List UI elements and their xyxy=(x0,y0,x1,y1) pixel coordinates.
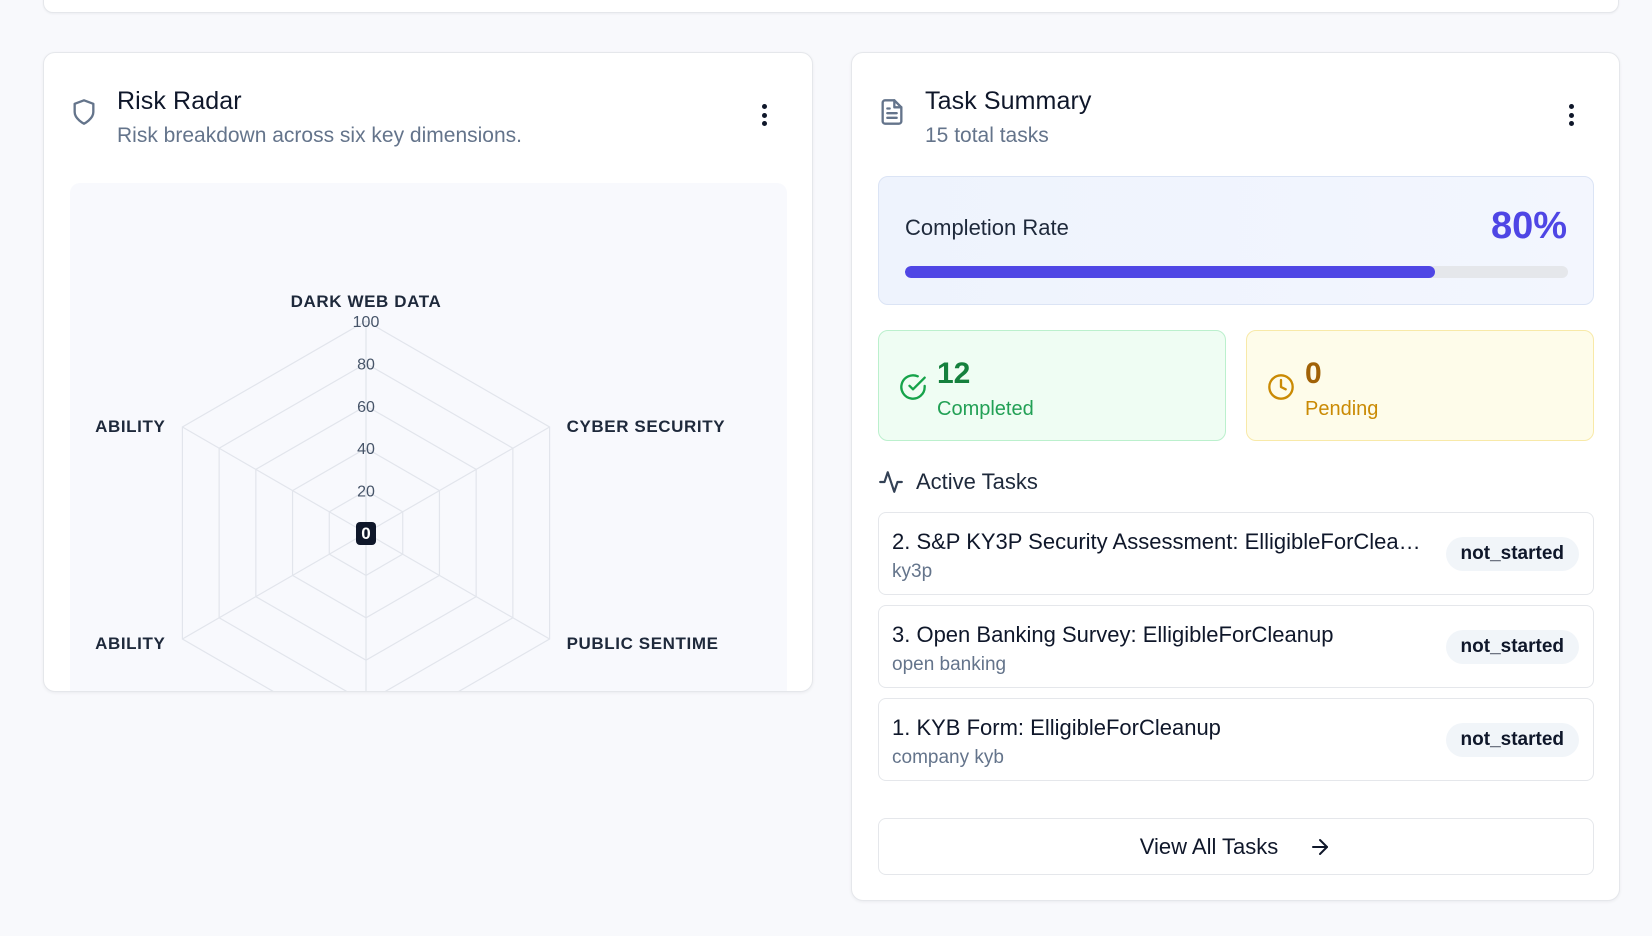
task-summary-header: Task Summary 15 total tasks xyxy=(878,83,1593,147)
pending-label: Pending xyxy=(1305,398,1379,420)
radar-tick-label: 0 xyxy=(361,524,370,543)
task-status-badge: not_started xyxy=(1445,537,1579,571)
risk-radar-subtitle: Risk breakdown across six key dimensions… xyxy=(117,124,522,147)
completion-rate-label: Completion Rate xyxy=(905,215,1069,240)
more-vertical-icon[interactable] xyxy=(752,101,776,129)
completion-rate-box: Completion Rate 80% xyxy=(878,176,1594,305)
pending-count: 0 xyxy=(1305,357,1322,390)
top-card xyxy=(43,0,1619,13)
arrow-right-icon xyxy=(1312,838,1329,855)
radar-chart: 0 20 40 60 80 100 DARK WEB DATA CYBER SECURITY P… xyxy=(70,183,787,691)
active-tasks-label: Active Tasks xyxy=(916,469,1038,494)
radar-spoke xyxy=(365,426,550,534)
task-summary-card: Task Summary 15 total tasks Completion R… xyxy=(851,52,1620,901)
view-all-tasks-label: View All Tasks xyxy=(1139,833,1279,859)
risk-radar-card: Risk Radar Risk breakdown across six key… xyxy=(43,52,813,692)
task-title: 2. S&P KY3P Security Assessment: Elligib… xyxy=(892,529,1422,554)
shield-icon xyxy=(73,99,95,125)
radar-axis-label: DARK WEB DATA xyxy=(291,292,442,311)
document-icon xyxy=(881,99,903,125)
task-title: 1. KYB Form: ElligibleForCleanup xyxy=(892,715,1221,740)
radar-spoke xyxy=(365,532,550,640)
radar-spoke xyxy=(182,532,367,640)
radar-tick-label: 20 xyxy=(357,484,375,501)
clock-icon xyxy=(1268,374,1294,400)
radar-spoke xyxy=(182,426,367,534)
task-row[interactable]: 1. KYB Form: ElligibleForCleanup company… xyxy=(878,698,1594,781)
task-type: open banking xyxy=(892,654,1007,675)
radar-tick-label: 80 xyxy=(357,356,375,373)
task-type: ky3p xyxy=(892,561,933,582)
radar-tick-label: 40 xyxy=(357,441,375,458)
completed-count: 12 xyxy=(937,357,971,390)
completion-rate-value: 80% xyxy=(1490,205,1567,247)
radar-chart-svg: 0 20 40 60 80 100 DARK WEB DATA CYBER SECURITY P… xyxy=(95,292,726,691)
radar-axis-label: ABILITY xyxy=(95,634,165,653)
pending-stat: 0 Pending xyxy=(1246,330,1594,441)
radar-axis-label: PUBLIC SENTIME xyxy=(567,634,719,653)
task-row[interactable]: 3. Open Banking Survey: ElligibleForClea… xyxy=(878,605,1594,688)
check-circle-icon xyxy=(900,374,926,400)
more-vertical-icon[interactable] xyxy=(1559,101,1583,129)
radar-tick-label: 60 xyxy=(357,399,375,416)
radar-axis-label: CYBER SECURITY xyxy=(567,417,726,436)
radar-tick-label: 100 xyxy=(353,314,380,331)
task-summary-title: Task Summary xyxy=(925,87,1092,115)
task-title: 3. Open Banking Survey: ElligibleForClea… xyxy=(892,622,1334,647)
radar-axis-label: ABILITY xyxy=(95,417,165,436)
completion-progress-fill xyxy=(905,266,1436,278)
task-summary-subtitle: 15 total tasks xyxy=(925,124,1049,147)
completed-stat: 12 Completed xyxy=(878,330,1226,441)
risk-radar-header: Risk Radar Risk breakdown across six key… xyxy=(70,83,786,147)
task-row[interactable]: 2. S&P KY3P Security Assessment: Elligib… xyxy=(878,512,1594,595)
completion-progress-track xyxy=(905,266,1568,278)
task-status-badge: not_started xyxy=(1445,630,1579,664)
task-status-badge: not_started xyxy=(1445,723,1579,757)
completed-label: Completed xyxy=(937,398,1034,420)
activity-icon xyxy=(879,471,903,493)
view-all-tasks-button[interactable]: View All Tasks xyxy=(878,818,1594,875)
risk-radar-title: Risk Radar xyxy=(117,87,242,115)
task-type: company kyb xyxy=(892,747,1004,768)
